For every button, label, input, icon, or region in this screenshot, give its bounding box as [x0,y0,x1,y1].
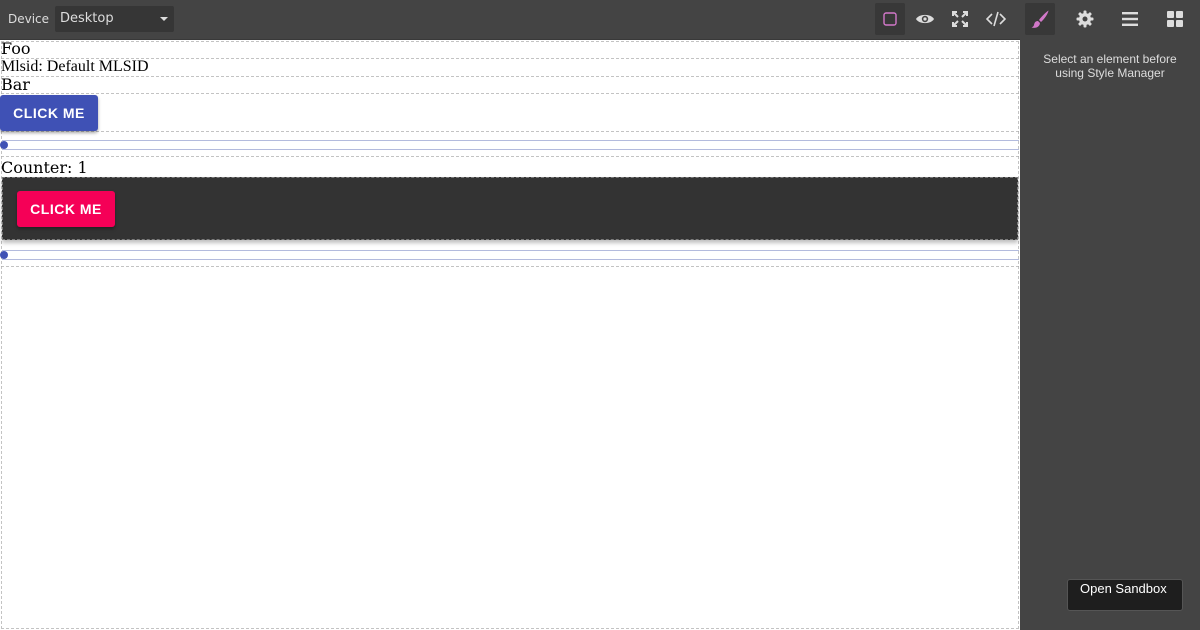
slider-2[interactable] [0,250,1020,260]
preview-button[interactable] [910,3,940,35]
device-label: Device [8,12,50,26]
sw-visibility-button[interactable] [875,3,905,35]
device-select[interactable]: Desktop [55,6,174,32]
open-sandbox-button[interactable]: Open Sandbox [1067,579,1183,611]
click-me-primary-button[interactable]: CLICK ME [0,95,98,131]
expand-icon [952,11,968,27]
slider-1[interactable] [0,140,1020,150]
fullscreen-button[interactable] [945,3,975,35]
settings-button[interactable] [1070,3,1100,35]
slider-track [2,250,1019,260]
layer-manager-button[interactable] [1115,3,1145,35]
component-outline [1,131,1019,132]
style-manager-panel: Select an element before using Style Man… [1020,40,1200,630]
slider-thumb[interactable] [0,141,8,149]
grid-icon [1167,11,1183,27]
style-manager-message: Select an element before using Style Man… [1043,52,1177,80]
paint-brush-icon [1031,10,1049,28]
square-outline-icon [883,12,897,26]
bars-icon [1122,12,1138,26]
blocks-button[interactable] [1160,3,1190,35]
click-me-accent-button[interactable]: CLICK ME [17,191,115,227]
text-foo[interactable]: Foo [1,40,31,58]
device-select-value: Desktop [60,11,114,26]
eye-icon [916,14,934,24]
component-outline [1,76,1019,77]
component-outline [1,93,1019,94]
panel-switcher [1020,0,1200,40]
text-bar[interactable]: Bar [1,76,30,94]
component-outline [1,58,1019,59]
counter-text[interactable]: Counter: 1 [1,159,88,177]
chevron-down-icon [160,17,168,21]
body-outline [1,41,1019,629]
component-outline [1,266,1019,267]
gear-icon [1076,10,1094,28]
slider-thumb[interactable] [0,251,8,259]
code-icon [986,11,1006,27]
style-manager-button[interactable] [1025,3,1055,35]
slider-track [2,140,1019,150]
component-outline [1,156,1019,157]
text-mlsid[interactable]: Mlsid: Default MLSID [1,58,149,76]
dark-container[interactable]: CLICK ME [2,177,1018,240]
export-code-button[interactable] [981,3,1011,35]
editor-canvas[interactable]: Foo Mlsid: Default MLSID Bar CLICK ME Co… [0,40,1020,630]
